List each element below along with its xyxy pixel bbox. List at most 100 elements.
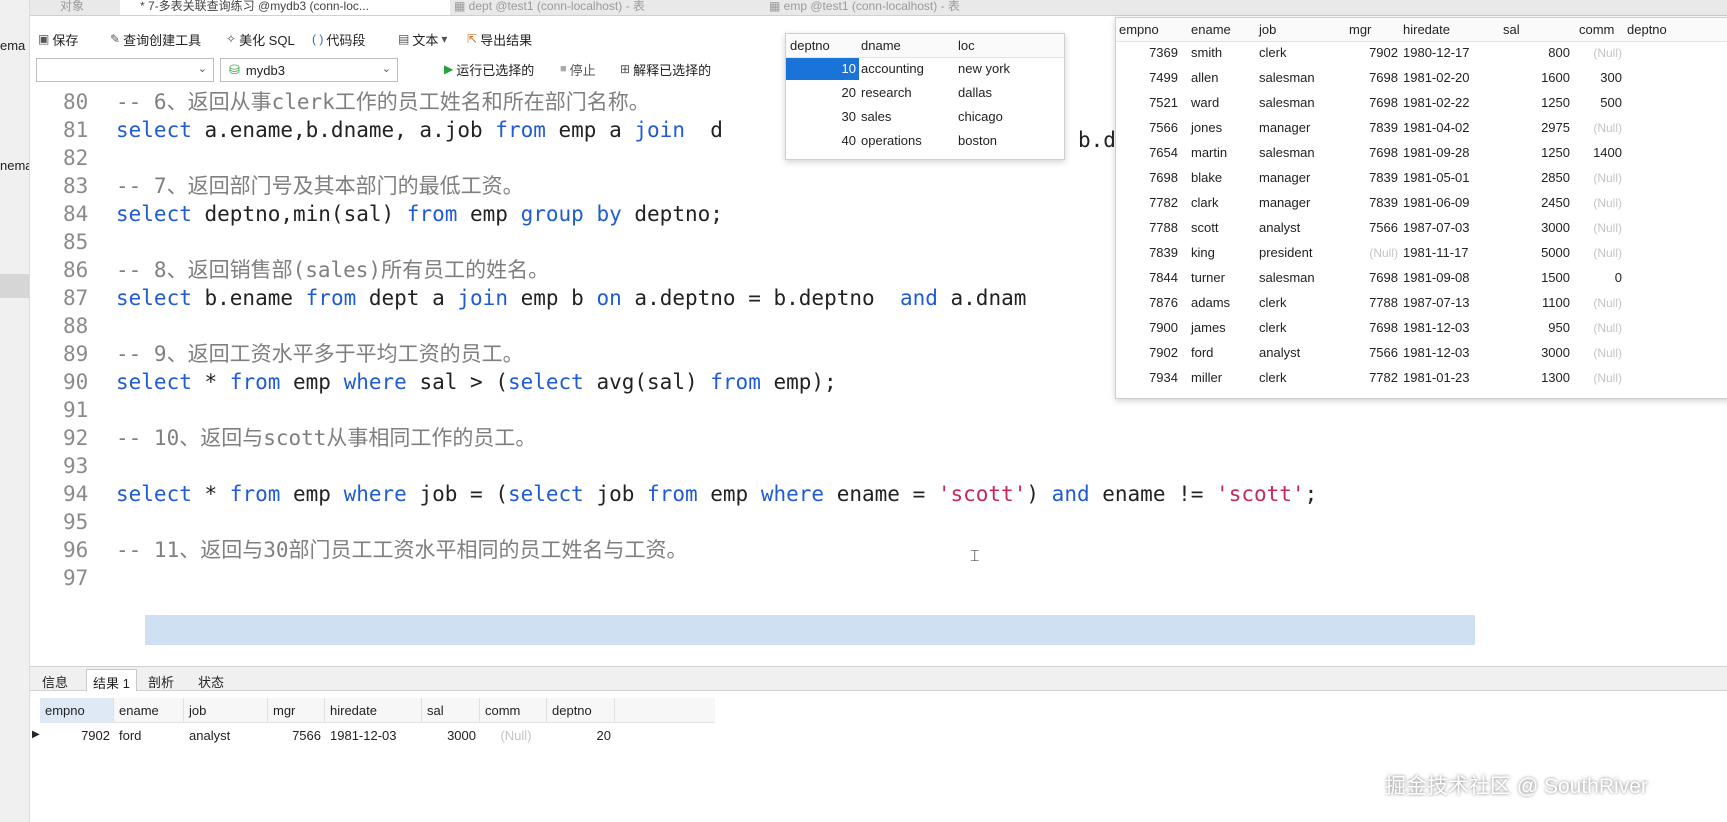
table-row[interactable]: 7934 miller clerk 7782 1981-01-23 1300 (Null) xyxy=(1116,366,1727,390)
table-cell: accounting xyxy=(861,61,924,76)
table-cell: 1100 xyxy=(1542,295,1570,310)
table-cell: (Null) xyxy=(1593,246,1622,260)
column-header[interactable]: empno xyxy=(40,698,114,723)
result-grid: empno ename job mgr hiredate sal comm deptno ▶ 7… xyxy=(30,694,1727,822)
text-menu-label: 文本 xyxy=(412,32,439,48)
result-tab-bar: 信息 结果 1 剖析 状态 xyxy=(30,666,1727,691)
sql-token: * xyxy=(191,370,230,394)
column-header[interactable]: deptno xyxy=(547,698,615,723)
result-cell[interactable]: (Null) xyxy=(480,723,547,748)
table-row[interactable]: 7499 allen salesman 7698 1981-02-20 1600 300 xyxy=(1116,66,1727,90)
tab-status[interactable]: 状态 xyxy=(192,669,230,691)
column-header[interactable]: job xyxy=(1259,18,1276,42)
column-header[interactable]: job xyxy=(184,698,268,723)
line-number: 82 xyxy=(63,146,89,170)
column-header[interactable]: deptno xyxy=(790,34,830,58)
table-row[interactable]: 7654 martin salesman 7698 1981-09-28 1250 1400 xyxy=(1116,141,1727,165)
column-header[interactable]: deptno xyxy=(1627,18,1667,42)
table-cell: 7566 xyxy=(1369,345,1398,360)
sql-token: job xyxy=(583,482,648,506)
tab-result-1[interactable]: 结果 1 xyxy=(86,669,137,691)
column-header[interactable]: sal xyxy=(1503,18,1520,42)
table-cell: 7934 xyxy=(1149,370,1178,385)
column-header[interactable]: mgr xyxy=(268,698,325,723)
tab-query-editor[interactable]: * 7-多表关联查询练习 @mydb3 (conn-loc... xyxy=(120,0,450,15)
line-number: 97 xyxy=(63,566,89,590)
result-cell[interactable]: analyst xyxy=(184,723,268,748)
sidebar-selected-item[interactable] xyxy=(0,274,29,298)
table-cell: 7788 xyxy=(1149,220,1178,235)
table-cell: 7698 xyxy=(1369,320,1398,335)
table-cell: james xyxy=(1191,320,1226,335)
table-row[interactable]: 7839 king president (Null) 1981-11-17 5000 (Nu… xyxy=(1116,241,1727,265)
table-row[interactable]: 7844 turner salesman 7698 1981-09-08 1500 0 xyxy=(1116,266,1727,290)
table-row[interactable]: 7521 ward salesman 7698 1981-02-22 1250 500 xyxy=(1116,91,1727,115)
table-cell: 7566 xyxy=(1369,220,1398,235)
table-row[interactable]: 40 operations boston xyxy=(786,129,1064,153)
table-row[interactable]: 7900 james clerk 7698 1981-12-03 950 (Null) xyxy=(1116,316,1727,340)
table-row[interactable]: 7782 clark manager 7839 1981-06-09 2450 (Null) xyxy=(1116,191,1727,215)
column-header[interactable]: mgr xyxy=(1349,18,1371,42)
table-cell: salesman xyxy=(1259,70,1315,85)
column-header[interactable]: ename xyxy=(1191,18,1231,42)
table-cell: 7839 xyxy=(1149,245,1178,260)
table-row[interactable]: 7566 jones manager 7839 1981-04-02 2975 (Null) xyxy=(1116,116,1727,140)
table-row[interactable]: 7902 ford analyst 7566 1981-12-03 3000 (Null) xyxy=(1116,341,1727,365)
line-number: 85 xyxy=(63,230,89,254)
table-cell: (Null) xyxy=(1593,171,1622,185)
result-cell[interactable]: ford xyxy=(114,723,184,748)
sql-comment: -- 6、返回从事clerk工作的员工姓名和所在部门名称。 xyxy=(116,90,650,114)
tab-emp-table[interactable]: ▦ emp @test1 (conn-localhost) - 表 xyxy=(765,0,960,15)
tab-profile[interactable]: 剖析 xyxy=(142,669,180,691)
result-cell[interactable]: 7902 xyxy=(40,723,114,748)
table-row[interactable]: 30 sales chicago xyxy=(786,105,1064,129)
column-header[interactable]: empno xyxy=(1119,18,1159,42)
sql-token: b.ename xyxy=(191,286,306,310)
table-row[interactable]: 20 research dallas xyxy=(786,81,1064,105)
result-cell[interactable]: 1981-12-03 xyxy=(325,723,422,748)
table-row[interactable]: 7369 smith clerk 7902 1980-12-17 800 (Null) xyxy=(1116,41,1727,65)
run-selected-button[interactable]: ▶ 运行已选择的 xyxy=(444,60,534,78)
database-select[interactable]: ⛁ mydb3 ⌄ xyxy=(220,58,398,82)
query-builder-button[interactable]: ✎ 查询创建工具 xyxy=(110,30,201,48)
stop-button[interactable]: ■ 停止 xyxy=(560,60,596,78)
export-results-button[interactable]: ⇱ 导出结果 xyxy=(467,30,532,48)
column-header[interactable]: comm xyxy=(480,698,547,723)
table-cell: 7698 xyxy=(1369,145,1398,160)
sidebar-schema-label-2[interactable]: nema xyxy=(0,158,29,173)
table-row[interactable]: 7876 adams clerk 7788 1987-07-13 1100 (Null) xyxy=(1116,291,1727,315)
column-header[interactable]: hiredate xyxy=(1403,18,1450,42)
code-snippet-button[interactable]: ( ) 代码段 xyxy=(312,30,365,48)
table-cell: 300 xyxy=(1600,70,1622,85)
explain-selected-button[interactable]: ⊞ 解释已选择的 xyxy=(620,60,711,78)
tab-info[interactable]: 信息 xyxy=(36,669,74,691)
code-line: 94 select * from emp where job = (select … xyxy=(30,480,1727,508)
column-header[interactable]: hiredate xyxy=(325,698,422,723)
result-cell[interactable]: 3000 xyxy=(422,723,480,748)
table-cell: 7654 xyxy=(1149,145,1178,160)
column-header[interactable]: loc xyxy=(958,34,975,58)
result-cell[interactable]: 20 xyxy=(547,723,615,748)
tab-dept-table[interactable]: ▦ dept @test1 (conn-localhost) - 表 xyxy=(450,0,645,15)
sql-keyword: from xyxy=(406,202,458,226)
table-cell: 7698 xyxy=(1149,170,1178,185)
column-header[interactable]: sal xyxy=(422,698,480,723)
column-header[interactable]: ename xyxy=(114,698,184,723)
table-row[interactable]: 10 accounting new york xyxy=(786,57,1064,81)
table-cell: king xyxy=(1191,245,1215,260)
code-text: select deptno,min(sal) from emp group by… xyxy=(116,200,723,228)
table-row[interactable]: 7788 scott analyst 7566 1987-07-03 3000 (Null) xyxy=(1116,216,1727,240)
text-menu-button[interactable]: ▤ 文本 ▾ xyxy=(398,30,447,48)
sql-token: deptno; xyxy=(621,202,723,226)
column-header[interactable]: dname xyxy=(861,34,901,58)
table-cell: manager xyxy=(1259,195,1311,210)
beautify-sql-button[interactable]: ✧ 美化 SQL xyxy=(226,30,295,48)
connection-select[interactable]: ⌄ xyxy=(36,58,214,82)
result-cell[interactable]: 7566 xyxy=(268,723,325,748)
sidebar-schema-label-1[interactable]: ema xyxy=(0,38,25,53)
tab-objects[interactable]: 对象 xyxy=(60,0,84,15)
column-header[interactable]: comm xyxy=(1579,18,1614,42)
save-button[interactable]: ▣ 保存 xyxy=(38,30,78,48)
code-text: -- 6、返回从事clerk工作的员工姓名和所在部门名称。 xyxy=(116,88,650,116)
table-row[interactable]: 7698 blake manager 7839 1981-05-01 2850 (Null) xyxy=(1116,166,1727,190)
